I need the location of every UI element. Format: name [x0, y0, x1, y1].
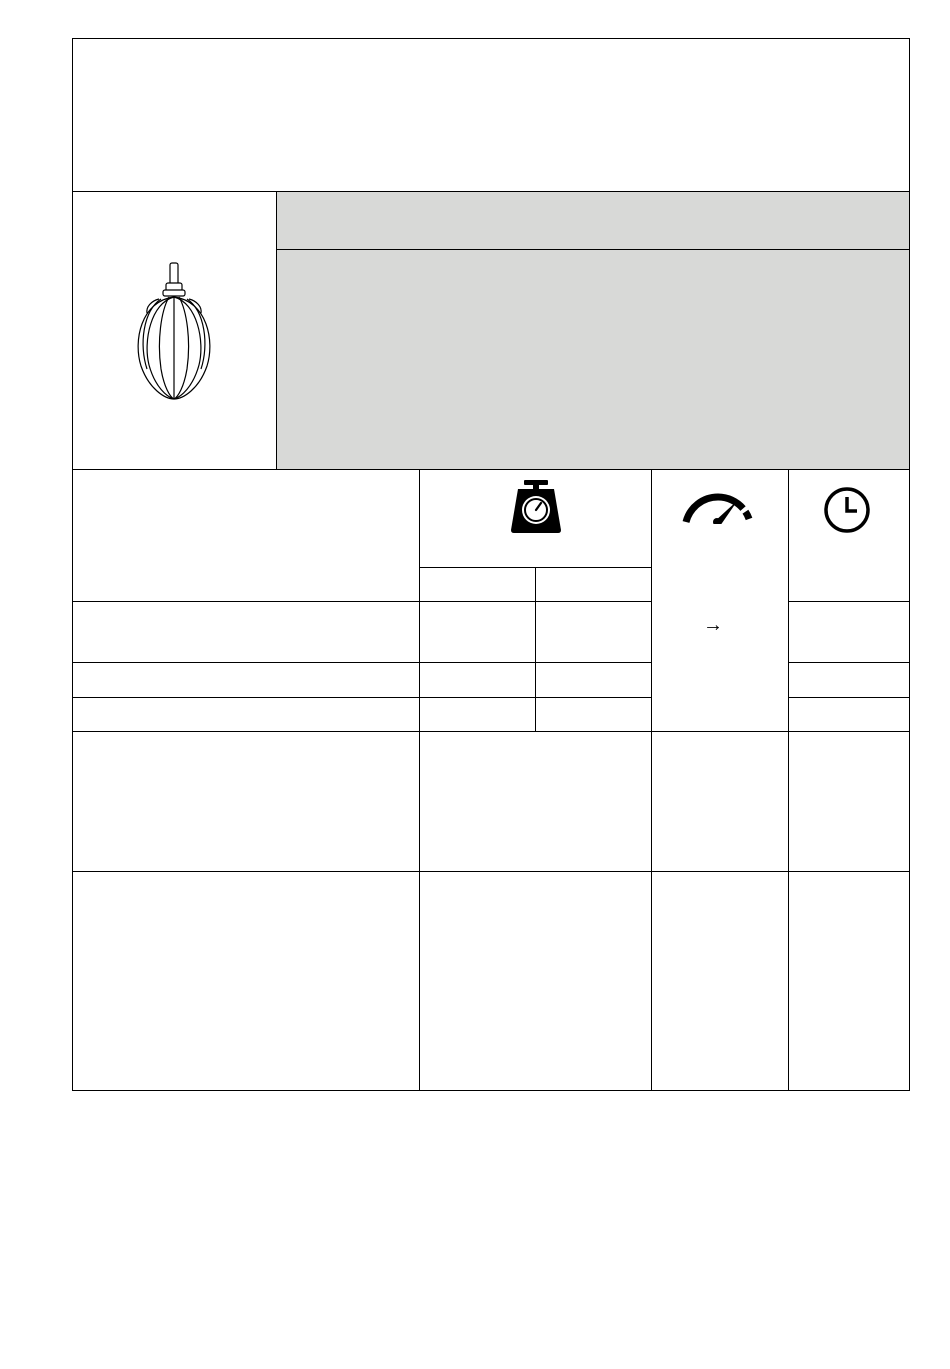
divider	[535, 567, 536, 731]
kitchen-scale-icon	[511, 480, 561, 533]
divider	[419, 567, 651, 568]
divider	[73, 601, 652, 602]
divider	[419, 469, 420, 1091]
divider	[73, 662, 652, 663]
speed-arrow: →	[703, 614, 723, 636]
divider	[651, 469, 652, 1091]
attachment-description-panel	[277, 250, 909, 469]
whisk-icon	[137, 262, 211, 400]
divider	[788, 662, 909, 663]
divider	[788, 469, 789, 1091]
divider	[788, 697, 909, 698]
divider	[73, 871, 909, 872]
clock-icon	[824, 487, 870, 533]
divider	[788, 601, 909, 602]
divider	[73, 697, 652, 698]
divider	[73, 731, 909, 732]
speedometer-icon	[682, 493, 754, 524]
divider	[73, 469, 909, 470]
attachment-name-panel	[277, 192, 909, 249]
recipe-card: →	[72, 38, 910, 1091]
